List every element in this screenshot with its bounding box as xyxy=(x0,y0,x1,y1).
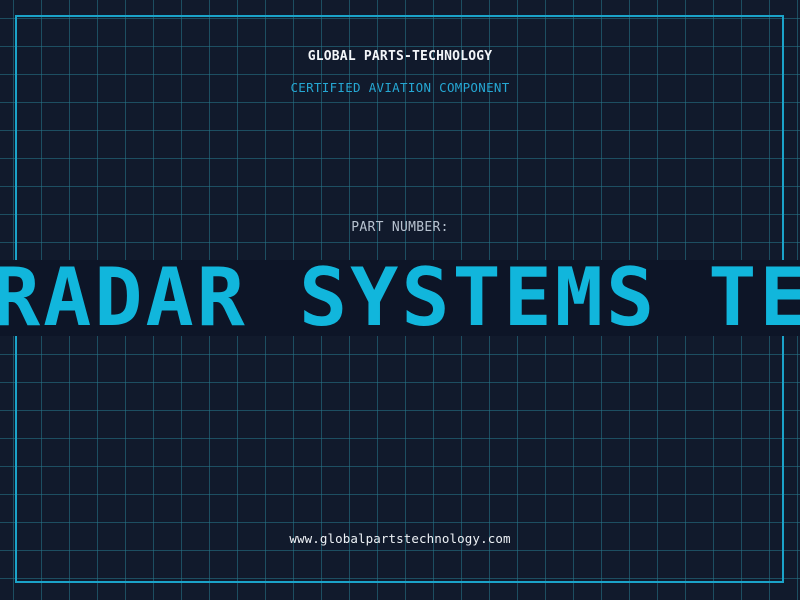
part-number-label: PART NUMBER: xyxy=(351,220,449,235)
company-name: GLOBAL PARTS-TECHNOLOGY xyxy=(307,49,493,64)
label-canvas: GLOBAL PARTS-TECHNOLOGY CERTIFIED AVIATI… xyxy=(0,0,800,600)
part-number-value: RADAR SYSTEMS TECH xyxy=(0,260,800,336)
part-number-band: RADAR SYSTEMS TECH xyxy=(0,260,800,336)
website-url: www.globalpartstechnology.com xyxy=(289,531,511,546)
certification-subtitle: CERTIFIED AVIATION COMPONENT xyxy=(290,80,510,95)
